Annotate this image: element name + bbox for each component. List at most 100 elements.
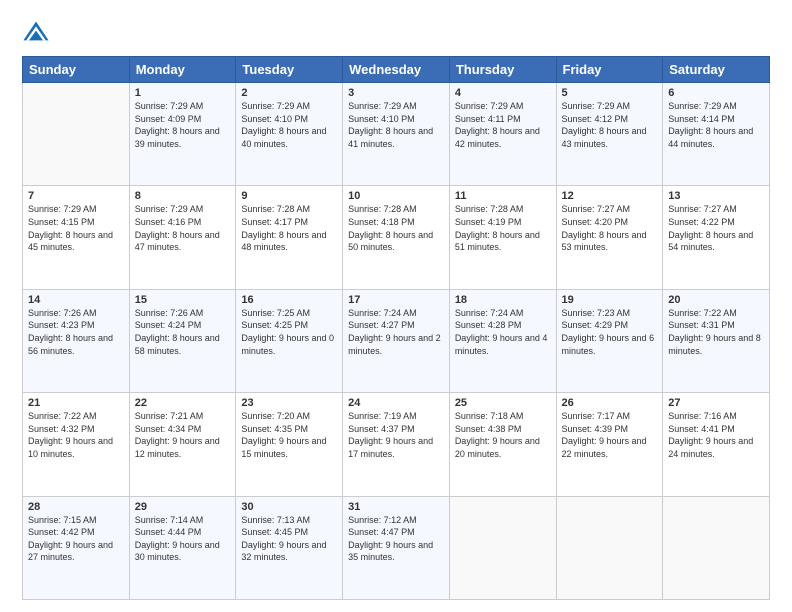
day-info: Sunrise: 7:15 AMSunset: 4:42 PMDaylight:…	[28, 514, 124, 564]
day-info: Sunrise: 7:23 AMSunset: 4:29 PMDaylight:…	[562, 307, 658, 357]
day-number: 9	[241, 190, 337, 202]
day-cell: 7Sunrise: 7:29 AMSunset: 4:15 PMDaylight…	[23, 186, 130, 289]
day-info: Sunrise: 7:13 AMSunset: 4:45 PMDaylight:…	[241, 514, 337, 564]
day-cell	[556, 496, 663, 599]
day-info: Sunrise: 7:12 AMSunset: 4:47 PMDaylight:…	[348, 514, 444, 564]
day-cell: 14Sunrise: 7:26 AMSunset: 4:23 PMDayligh…	[23, 289, 130, 392]
day-number: 21	[28, 397, 124, 409]
day-info: Sunrise: 7:27 AMSunset: 4:20 PMDaylight:…	[562, 203, 658, 253]
day-info: Sunrise: 7:22 AMSunset: 4:31 PMDaylight:…	[668, 307, 764, 357]
day-info: Sunrise: 7:26 AMSunset: 4:24 PMDaylight:…	[135, 307, 231, 357]
day-number: 12	[562, 190, 658, 202]
day-number: 25	[455, 397, 551, 409]
weekday-thursday: Thursday	[449, 57, 556, 83]
week-row-3: 21Sunrise: 7:22 AMSunset: 4:32 PMDayligh…	[23, 393, 770, 496]
day-number: 1	[135, 87, 231, 99]
day-cell: 26Sunrise: 7:17 AMSunset: 4:39 PMDayligh…	[556, 393, 663, 496]
day-number: 13	[668, 190, 764, 202]
week-row-0: 1Sunrise: 7:29 AMSunset: 4:09 PMDaylight…	[23, 83, 770, 186]
day-number: 30	[241, 501, 337, 513]
day-cell: 9Sunrise: 7:28 AMSunset: 4:17 PMDaylight…	[236, 186, 343, 289]
page: SundayMondayTuesdayWednesdayThursdayFrid…	[0, 0, 792, 612]
day-cell: 4Sunrise: 7:29 AMSunset: 4:11 PMDaylight…	[449, 83, 556, 186]
day-cell: 3Sunrise: 7:29 AMSunset: 4:10 PMDaylight…	[343, 83, 450, 186]
day-cell: 28Sunrise: 7:15 AMSunset: 4:42 PMDayligh…	[23, 496, 130, 599]
day-info: Sunrise: 7:24 AMSunset: 4:28 PMDaylight:…	[455, 307, 551, 357]
day-info: Sunrise: 7:24 AMSunset: 4:27 PMDaylight:…	[348, 307, 444, 357]
day-number: 28	[28, 501, 124, 513]
day-number: 14	[28, 294, 124, 306]
day-info: Sunrise: 7:29 AMSunset: 4:14 PMDaylight:…	[668, 100, 764, 150]
day-info: Sunrise: 7:25 AMSunset: 4:25 PMDaylight:…	[241, 307, 337, 357]
day-cell: 18Sunrise: 7:24 AMSunset: 4:28 PMDayligh…	[449, 289, 556, 392]
day-cell: 30Sunrise: 7:13 AMSunset: 4:45 PMDayligh…	[236, 496, 343, 599]
day-number: 7	[28, 190, 124, 202]
day-info: Sunrise: 7:18 AMSunset: 4:38 PMDaylight:…	[455, 410, 551, 460]
day-cell: 19Sunrise: 7:23 AMSunset: 4:29 PMDayligh…	[556, 289, 663, 392]
day-cell: 17Sunrise: 7:24 AMSunset: 4:27 PMDayligh…	[343, 289, 450, 392]
day-number: 2	[241, 87, 337, 99]
day-number: 16	[241, 294, 337, 306]
weekday-tuesday: Tuesday	[236, 57, 343, 83]
day-cell: 21Sunrise: 7:22 AMSunset: 4:32 PMDayligh…	[23, 393, 130, 496]
day-cell: 22Sunrise: 7:21 AMSunset: 4:34 PMDayligh…	[129, 393, 236, 496]
day-info: Sunrise: 7:28 AMSunset: 4:18 PMDaylight:…	[348, 203, 444, 253]
day-number: 29	[135, 501, 231, 513]
week-row-2: 14Sunrise: 7:26 AMSunset: 4:23 PMDayligh…	[23, 289, 770, 392]
day-cell: 13Sunrise: 7:27 AMSunset: 4:22 PMDayligh…	[663, 186, 770, 289]
day-cell	[449, 496, 556, 599]
day-number: 31	[348, 501, 444, 513]
day-number: 3	[348, 87, 444, 99]
day-cell: 12Sunrise: 7:27 AMSunset: 4:20 PMDayligh…	[556, 186, 663, 289]
day-info: Sunrise: 7:29 AMSunset: 4:10 PMDaylight:…	[348, 100, 444, 150]
day-info: Sunrise: 7:19 AMSunset: 4:37 PMDaylight:…	[348, 410, 444, 460]
day-info: Sunrise: 7:28 AMSunset: 4:17 PMDaylight:…	[241, 203, 337, 253]
day-number: 17	[348, 294, 444, 306]
day-number: 20	[668, 294, 764, 306]
day-info: Sunrise: 7:29 AMSunset: 4:11 PMDaylight:…	[455, 100, 551, 150]
day-number: 4	[455, 87, 551, 99]
day-cell: 5Sunrise: 7:29 AMSunset: 4:12 PMDaylight…	[556, 83, 663, 186]
day-info: Sunrise: 7:29 AMSunset: 4:10 PMDaylight:…	[241, 100, 337, 150]
day-number: 24	[348, 397, 444, 409]
weekday-saturday: Saturday	[663, 57, 770, 83]
day-number: 18	[455, 294, 551, 306]
day-info: Sunrise: 7:20 AMSunset: 4:35 PMDaylight:…	[241, 410, 337, 460]
day-info: Sunrise: 7:22 AMSunset: 4:32 PMDaylight:…	[28, 410, 124, 460]
day-number: 22	[135, 397, 231, 409]
day-cell: 6Sunrise: 7:29 AMSunset: 4:14 PMDaylight…	[663, 83, 770, 186]
weekday-friday: Friday	[556, 57, 663, 83]
day-cell: 20Sunrise: 7:22 AMSunset: 4:31 PMDayligh…	[663, 289, 770, 392]
day-number: 8	[135, 190, 231, 202]
day-cell	[663, 496, 770, 599]
weekday-wednesday: Wednesday	[343, 57, 450, 83]
day-cell: 24Sunrise: 7:19 AMSunset: 4:37 PMDayligh…	[343, 393, 450, 496]
weekday-monday: Monday	[129, 57, 236, 83]
day-number: 23	[241, 397, 337, 409]
calendar-table: SundayMondayTuesdayWednesdayThursdayFrid…	[22, 56, 770, 600]
day-info: Sunrise: 7:28 AMSunset: 4:19 PMDaylight:…	[455, 203, 551, 253]
day-number: 19	[562, 294, 658, 306]
day-cell: 10Sunrise: 7:28 AMSunset: 4:18 PMDayligh…	[343, 186, 450, 289]
day-info: Sunrise: 7:16 AMSunset: 4:41 PMDaylight:…	[668, 410, 764, 460]
day-number: 15	[135, 294, 231, 306]
day-cell: 11Sunrise: 7:28 AMSunset: 4:19 PMDayligh…	[449, 186, 556, 289]
day-cell	[23, 83, 130, 186]
header	[22, 18, 770, 46]
day-info: Sunrise: 7:29 AMSunset: 4:16 PMDaylight:…	[135, 203, 231, 253]
day-cell: 29Sunrise: 7:14 AMSunset: 4:44 PMDayligh…	[129, 496, 236, 599]
day-cell: 23Sunrise: 7:20 AMSunset: 4:35 PMDayligh…	[236, 393, 343, 496]
day-cell: 15Sunrise: 7:26 AMSunset: 4:24 PMDayligh…	[129, 289, 236, 392]
weekday-sunday: Sunday	[23, 57, 130, 83]
day-info: Sunrise: 7:26 AMSunset: 4:23 PMDaylight:…	[28, 307, 124, 357]
day-cell: 31Sunrise: 7:12 AMSunset: 4:47 PMDayligh…	[343, 496, 450, 599]
logo-icon	[22, 18, 50, 46]
day-cell: 8Sunrise: 7:29 AMSunset: 4:16 PMDaylight…	[129, 186, 236, 289]
day-info: Sunrise: 7:27 AMSunset: 4:22 PMDaylight:…	[668, 203, 764, 253]
day-number: 26	[562, 397, 658, 409]
day-cell: 2Sunrise: 7:29 AMSunset: 4:10 PMDaylight…	[236, 83, 343, 186]
day-info: Sunrise: 7:14 AMSunset: 4:44 PMDaylight:…	[135, 514, 231, 564]
day-info: Sunrise: 7:29 AMSunset: 4:12 PMDaylight:…	[562, 100, 658, 150]
day-cell: 16Sunrise: 7:25 AMSunset: 4:25 PMDayligh…	[236, 289, 343, 392]
day-info: Sunrise: 7:21 AMSunset: 4:34 PMDaylight:…	[135, 410, 231, 460]
